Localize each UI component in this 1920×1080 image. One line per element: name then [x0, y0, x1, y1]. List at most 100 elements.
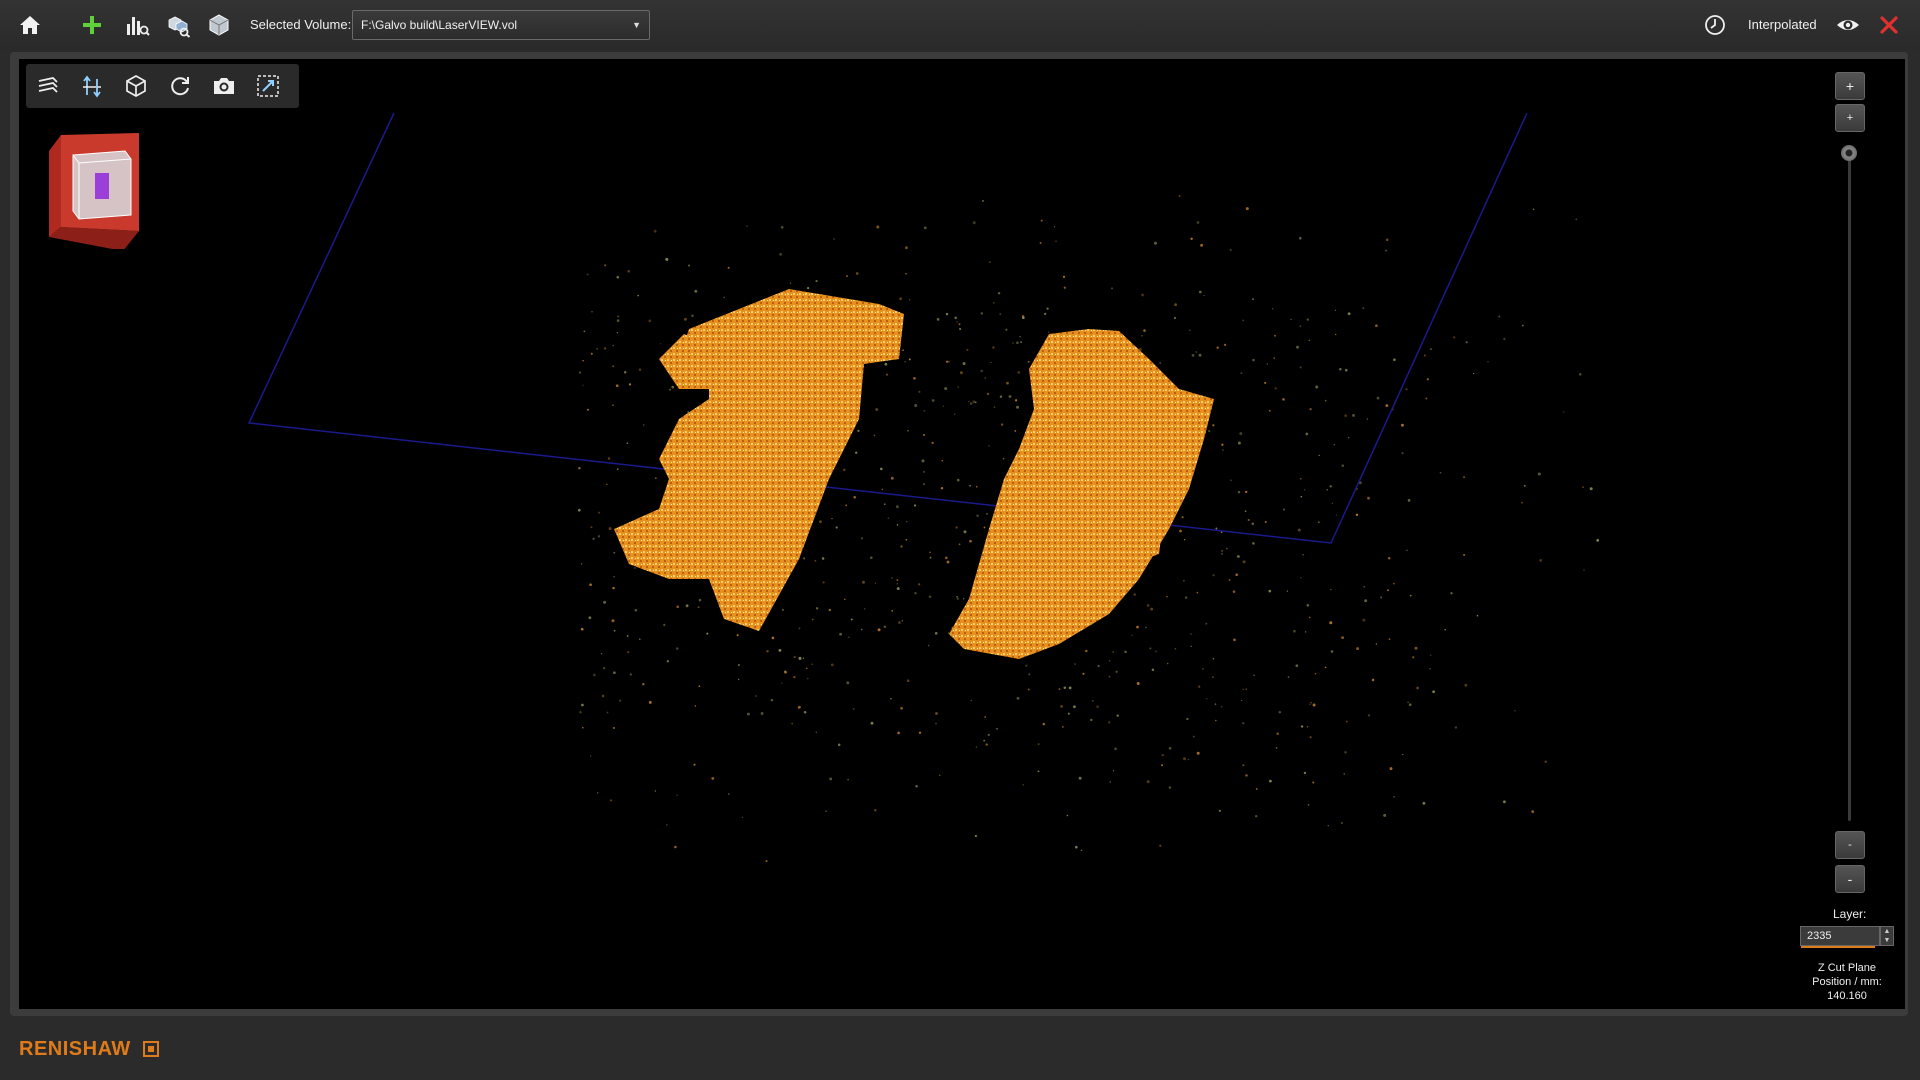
rotate-icon[interactable]	[164, 70, 196, 102]
scatter-point	[907, 429, 909, 432]
scatter-point	[1019, 336, 1021, 338]
slice-planes-icon[interactable]	[32, 70, 64, 102]
scatter-point	[980, 369, 983, 373]
scatter-point	[1195, 351, 1197, 353]
scatter-point	[1266, 363, 1268, 365]
scatter-point	[771, 636, 775, 640]
scatter-point	[1212, 424, 1215, 427]
fit-view-icon[interactable]	[252, 70, 284, 102]
scatter-point	[830, 663, 834, 667]
scatter-point	[1326, 488, 1329, 491]
scatter-point	[855, 272, 859, 275]
scatter-point	[1196, 591, 1199, 594]
scatter-point	[1198, 353, 1202, 357]
scatter-point	[674, 845, 677, 849]
zoom-slider-handle[interactable]	[1841, 145, 1857, 161]
close-icon[interactable]	[1873, 9, 1905, 41]
scatter-point	[969, 539, 972, 543]
scatter-point	[993, 406, 996, 409]
scatter-point	[1255, 787, 1258, 790]
scatter-point	[1154, 241, 1157, 245]
spin-up-icon[interactable]: ▲	[1881, 927, 1893, 936]
renishaw-logo: RENISHAW	[19, 1038, 131, 1060]
scatter-point	[1271, 308, 1274, 310]
scatter-point	[1212, 657, 1215, 660]
scatter-point	[905, 272, 907, 275]
scatter-point	[947, 632, 950, 634]
zoom-slider-track[interactable]	[1848, 153, 1851, 821]
layer-input[interactable]: 2335	[1800, 926, 1880, 948]
scatter-point	[601, 653, 603, 655]
scatter-point	[653, 229, 657, 233]
add-icon[interactable]	[76, 9, 108, 41]
zoom-out-small-button[interactable]: -	[1835, 831, 1865, 859]
scatter-point	[1151, 668, 1155, 671]
scatter-point	[1159, 361, 1162, 364]
scatter-point	[864, 608, 866, 610]
iso-cube-icon[interactable]	[120, 70, 152, 102]
scatter-point	[1307, 804, 1310, 806]
camera-icon[interactable]	[208, 70, 240, 102]
scatter-point	[815, 279, 818, 283]
scatter-point	[1022, 784, 1024, 786]
scatter-point	[1276, 732, 1279, 735]
scatter-point	[1060, 705, 1063, 708]
orientation-cube[interactable]	[39, 129, 149, 249]
scatter-point	[1179, 529, 1182, 533]
scatter-point	[931, 399, 935, 402]
scatter-point	[968, 400, 970, 403]
scatter-point	[1299, 477, 1302, 480]
scatter-point	[580, 627, 584, 631]
scatter-point	[1329, 621, 1333, 625]
scatter-point	[581, 703, 584, 707]
layer-spinner[interactable]: ▲ ▼	[1880, 926, 1894, 946]
scatter-point	[1016, 697, 1020, 700]
analysis-icon[interactable]	[121, 9, 153, 41]
scatter-point	[970, 699, 972, 702]
scatter-point	[969, 484, 971, 487]
scatter-point	[993, 302, 995, 304]
3d-viewport[interactable]: + + - - Layer: 2335 ▲ ▼ Z Cut Plane Posi…	[19, 59, 1905, 1009]
scatter-point	[688, 264, 690, 267]
scatter-point	[1168, 747, 1172, 750]
scatter-point	[983, 739, 986, 742]
scatter-point	[1532, 208, 1535, 210]
scatter-point	[1472, 372, 1475, 375]
mode-label: Interpolated	[1748, 17, 1817, 32]
scatter-point	[738, 678, 740, 681]
zoom-out-large-button[interactable]: -	[1835, 865, 1865, 893]
scatter-point	[1181, 516, 1184, 519]
scatter-point	[1309, 408, 1312, 411]
scatter-point	[904, 360, 907, 363]
clock-icon[interactable]	[1699, 9, 1731, 41]
scatter-point	[666, 660, 669, 663]
scatter-point	[1388, 638, 1391, 641]
eye-icon[interactable]	[1832, 9, 1864, 41]
scatter-point	[1239, 432, 1243, 436]
scatter-point	[1385, 404, 1389, 407]
scatter-point	[831, 517, 833, 520]
scatter-point	[1409, 594, 1412, 597]
scatter-point	[860, 537, 864, 540]
volume-search-icon[interactable]	[162, 9, 194, 41]
scatter-point	[984, 716, 987, 718]
selected-volume-dropdown[interactable]: F:\Galvo build\LaserVIEW.vol ▼	[352, 10, 650, 40]
zoom-in-large-button[interactable]: +	[1835, 72, 1865, 100]
scatter-point	[1174, 648, 1177, 650]
scatter-point	[1465, 341, 1468, 344]
scatter-point	[835, 526, 838, 529]
scatter-point	[1182, 579, 1185, 582]
home-icon[interactable]	[14, 9, 46, 41]
scatter-point	[1386, 589, 1389, 592]
scatter-point	[983, 526, 986, 529]
scatter-point	[1308, 616, 1311, 619]
volume-icon[interactable]	[203, 9, 235, 41]
scatter-point	[945, 312, 949, 316]
axis-arrows-icon[interactable]	[76, 70, 108, 102]
scatter-point	[746, 225, 748, 227]
scatter-point	[1066, 814, 1069, 817]
scatter-point	[1464, 683, 1468, 687]
scatter-point	[883, 625, 887, 628]
zoom-in-small-button[interactable]: +	[1835, 104, 1865, 132]
spin-down-icon[interactable]: ▼	[1881, 936, 1893, 945]
